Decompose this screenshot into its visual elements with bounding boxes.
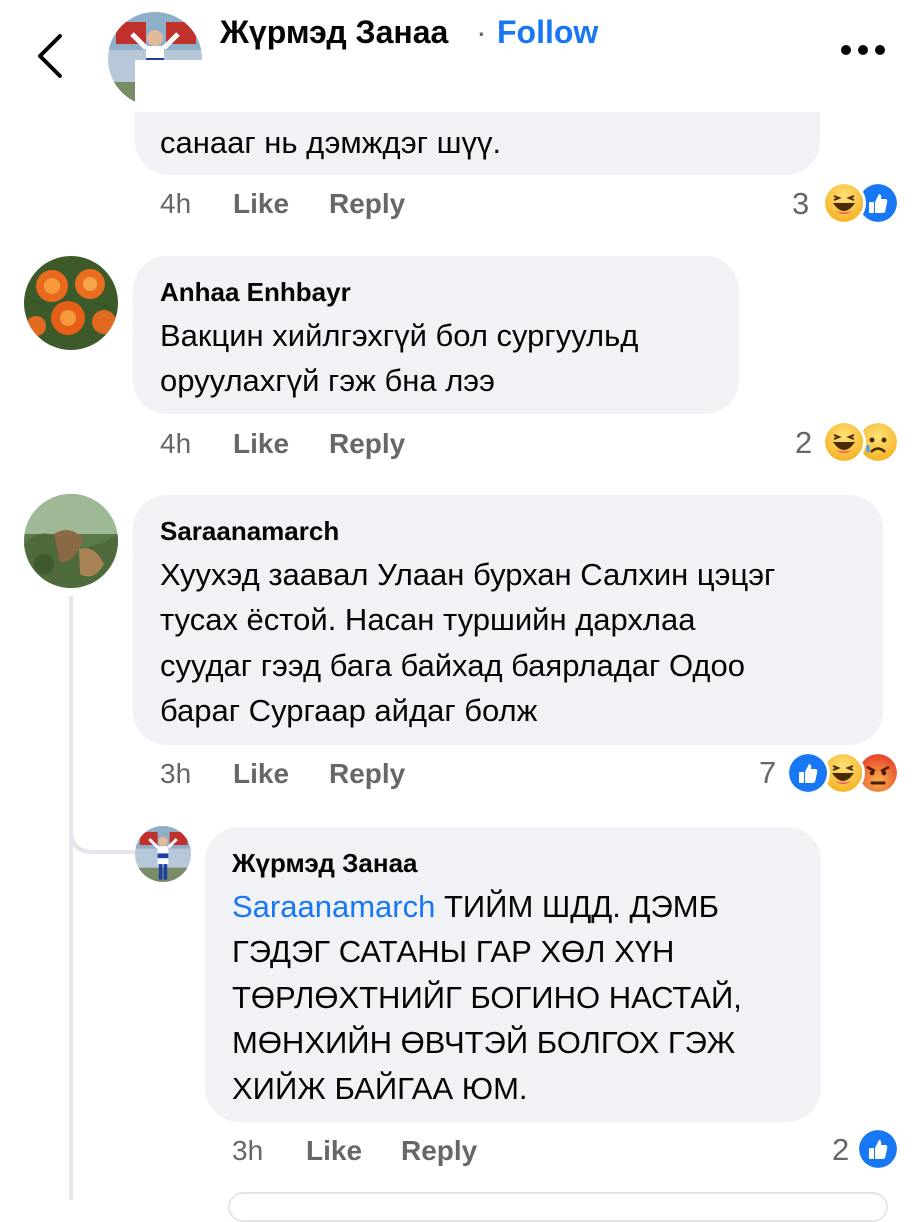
next-reply-edge: [228, 1192, 888, 1222]
reply-button[interactable]: Reply: [329, 188, 405, 220]
comment-author[interactable]: Saraanamarch: [160, 516, 339, 547]
comment-time[interactable]: 4h: [160, 188, 191, 220]
like-button[interactable]: Like: [233, 188, 289, 220]
thread-line: [69, 596, 73, 1200]
comment-text-line: бараг Сургаар айдаг болж: [160, 693, 538, 728]
comment-text-line: тусах ёстой. Насан туршийн дархлаа: [160, 602, 696, 637]
reply-button[interactable]: Reply: [329, 428, 405, 460]
reply-button[interactable]: Reply: [329, 758, 405, 790]
reply-text-line: ТӨРЛӨХТНИЙГ БОГИНО НАСТАЙ,: [232, 980, 742, 1015]
like-button[interactable]: Like: [233, 428, 289, 460]
comment-time[interactable]: 3h: [232, 1135, 263, 1167]
like-thumb-icon[interactable]: [856, 1127, 900, 1171]
reply-text-line: ХИЙЖ БАЙГАА ЮМ.: [232, 1071, 528, 1106]
header-separator: ·: [476, 14, 487, 50]
comment-text-line: Хуухэд заавал Улаан бурхан Салхин цэцэг: [160, 557, 776, 592]
comment-text-line: оруулахгүй гэж бна лээ: [160, 363, 495, 398]
comment-text-line: Вакцин хийлгэхгүй бол сургуульд: [160, 318, 639, 353]
reply-text-rest: ТИЙМ ШДД. ДЭМБ: [435, 889, 719, 924]
more-options-icon[interactable]: [838, 40, 888, 60]
reaction-count[interactable]: 3: [792, 186, 809, 222]
reaction-count[interactable]: 2: [795, 425, 812, 461]
commenter-avatar[interactable]: [24, 256, 118, 350]
comment-time[interactable]: 4h: [160, 428, 191, 460]
comment-text: санааг нь дэмждэг шүү.: [160, 125, 502, 160]
haha-emoji-icon[interactable]: [822, 181, 866, 225]
chevron-left-icon: [38, 34, 62, 78]
reply-author[interactable]: Жүрмэд Занаа: [232, 848, 418, 879]
commenter-avatar[interactable]: [24, 494, 118, 588]
reply-text-line: ГЭДЭГ САТАНЫ ГАР ХӨЛ ХҮН: [232, 934, 675, 969]
follow-button[interactable]: Follow: [497, 14, 598, 51]
haha-emoji-icon[interactable]: [822, 420, 866, 464]
back-button[interactable]: [28, 28, 72, 84]
like-button[interactable]: Like: [233, 758, 289, 790]
like-thumb-icon[interactable]: [786, 751, 830, 795]
reply-text-line: Saraanamarch ТИЙМ ШДД. ДЭМБ: [232, 884, 719, 929]
post-author-name[interactable]: Жүрмэд Занаа: [220, 14, 448, 51]
comment-author[interactable]: Anhaa Enhbayr: [160, 277, 351, 308]
reply-avatar[interactable]: [135, 826, 191, 882]
reaction-count[interactable]: 7: [759, 755, 776, 791]
reply-button[interactable]: Reply: [401, 1135, 477, 1167]
comment-text-line: суудаг гээд бага байхад баярладаг Одоо: [160, 648, 745, 683]
mention-link[interactable]: Saraanamarch: [232, 889, 435, 924]
like-button[interactable]: Like: [306, 1135, 362, 1167]
reaction-count[interactable]: 2: [832, 1132, 849, 1168]
reply-text-line: МӨНХИЙН ӨВЧТЭЙ БОЛГОХ ГЭЖ: [232, 1025, 736, 1060]
comment-time[interactable]: 3h: [160, 758, 191, 790]
